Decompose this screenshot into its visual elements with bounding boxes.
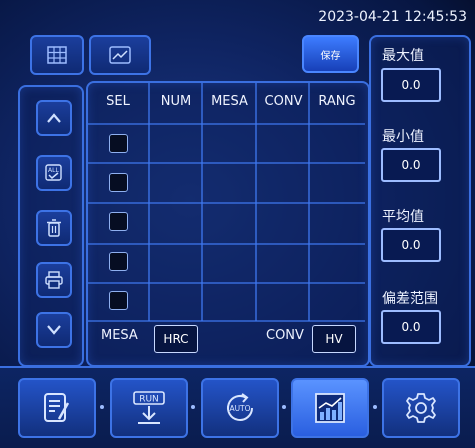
dock-separator-dot bbox=[373, 405, 377, 409]
up-arrow-icon bbox=[47, 113, 61, 123]
statistics-chart-button[interactable] bbox=[291, 378, 369, 438]
select-all-button[interactable]: ALL bbox=[36, 155, 72, 191]
dock-separator-dot bbox=[100, 405, 104, 409]
deviation-range-display: 0.0 bbox=[381, 310, 441, 344]
table-grid bbox=[88, 83, 365, 322]
bar-chart-icon bbox=[315, 393, 345, 423]
run-label: RUN bbox=[139, 395, 159, 405]
print-button[interactable] bbox=[36, 262, 72, 298]
row-select-checkbox[interactable] bbox=[109, 173, 128, 192]
printer-icon bbox=[45, 271, 63, 289]
save-button[interactable]: 保存 bbox=[302, 35, 359, 73]
table-view-button[interactable] bbox=[30, 35, 84, 75]
line-chart-icon bbox=[109, 46, 131, 64]
gear-icon bbox=[406, 393, 436, 423]
row-select-checkbox[interactable] bbox=[109, 134, 128, 153]
avg-value-display: 0.0 bbox=[381, 228, 441, 262]
down-arrow-icon bbox=[47, 325, 61, 335]
records-button[interactable] bbox=[18, 378, 96, 438]
max-value-label: 最大值 bbox=[382, 48, 424, 64]
scroll-up-button[interactable] bbox=[36, 100, 72, 136]
trash-icon bbox=[47, 219, 61, 237]
row-select-checkbox[interactable] bbox=[109, 291, 128, 310]
screen: 2023-04-21 12:45:53 保存 ALL SEL NUM MESA … bbox=[0, 0, 475, 448]
datetime-display: 2023-04-21 12:45:53 bbox=[318, 9, 467, 25]
conv-label: CONV bbox=[266, 328, 304, 343]
run-button[interactable]: RUN bbox=[110, 378, 188, 438]
avg-value-label: 平均值 bbox=[382, 209, 424, 225]
grid-icon bbox=[47, 46, 67, 64]
deviation-range-label: 偏差范围 bbox=[382, 291, 438, 307]
auto-label: AUTO bbox=[229, 404, 250, 413]
select-all-icon: ALL bbox=[45, 164, 62, 181]
dock-separator-dot bbox=[191, 405, 195, 409]
settings-button[interactable] bbox=[382, 378, 460, 438]
row-select-checkbox[interactable] bbox=[109, 252, 128, 271]
chart-view-button[interactable] bbox=[89, 35, 151, 75]
run-download-icon: RUN bbox=[133, 391, 165, 424]
auto-cycle-icon: AUTO bbox=[227, 393, 253, 421]
mesa-scale-select[interactable]: HRC bbox=[154, 325, 198, 353]
min-value-display: 0.0 bbox=[381, 148, 441, 182]
scroll-down-button[interactable] bbox=[36, 312, 72, 348]
min-value-label: 最小值 bbox=[382, 129, 424, 145]
dock-separator-dot bbox=[282, 405, 286, 409]
delete-button[interactable] bbox=[36, 210, 72, 246]
notes-edit-icon bbox=[44, 393, 70, 422]
conv-scale-select[interactable]: HV bbox=[312, 325, 356, 353]
row-select-checkbox[interactable] bbox=[109, 212, 128, 231]
auto-button[interactable]: AUTO bbox=[201, 378, 279, 438]
mesa-label: MESA bbox=[101, 328, 138, 343]
max-value-display: 0.0 bbox=[381, 68, 441, 102]
